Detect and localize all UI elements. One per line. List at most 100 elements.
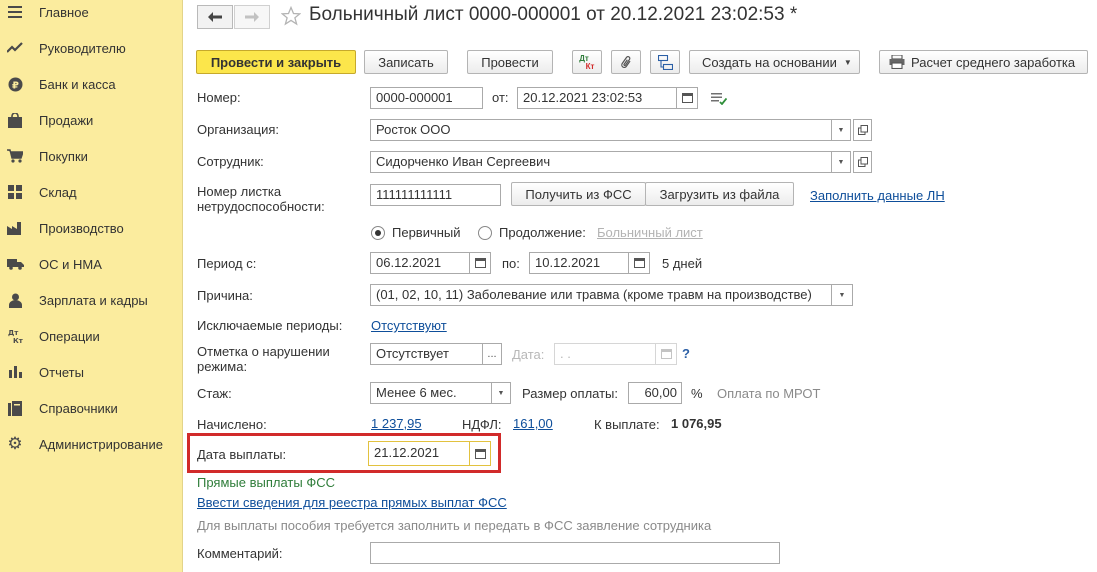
star-icon[interactable] [281,6,301,26]
reason-label: Причина: [197,288,253,303]
dt-kt-icon: Дт Кт [6,327,24,345]
reason-dropdown-button[interactable]: ▼ [831,284,853,306]
mrot-note: Оплата по МРОТ [717,386,821,401]
pay-date-calendar-button[interactable] [469,441,491,466]
period-to-label: по: [502,256,520,271]
sidebar-item-label: Зарплата и кадры [39,292,148,308]
sheet-number-field[interactable]: 111111111111 [370,184,501,206]
page-title: Больничный лист 0000-000001 от 20.12.202… [309,4,798,25]
organization-open-button[interactable] [853,119,872,141]
document-date-calendar-button[interactable] [676,87,698,109]
create-based-on-button[interactable]: Создать на основании ▼ [689,50,860,74]
employee-field[interactable]: Сидорченко Иван Сергеевич [370,151,832,173]
sidebar-item-production[interactable]: Производство [0,210,183,246]
employee-dropdown-button[interactable]: ▼ [831,151,851,173]
sidebar-item-label: Продажи [39,112,94,128]
calendar-icon [660,349,672,359]
excluded-periods-link[interactable]: Отсутствуют [371,318,447,333]
menu-icon [6,3,24,21]
post-button[interactable]: Провести [467,50,553,74]
organization-dropdown-button[interactable]: ▼ [831,119,851,141]
forward-button[interactable] [234,5,270,29]
sidebar-item-label: ОС и НМА [39,256,102,272]
ndfl-label: НДФЛ: [462,417,502,432]
number-field[interactable]: 0000-000001 [370,87,483,109]
chevron-down-icon: ▼ [843,57,852,67]
sidebar-item-label: Отчеты [39,364,84,380]
experience-dropdown-button[interactable]: ▼ [491,382,511,404]
experience-label: Стаж: [197,386,232,401]
period-to-field[interactable]: 10.12.2021 [529,252,629,274]
open-window-icon [857,125,868,135]
violation-date-field[interactable]: . . [554,343,657,365]
printer-icon [889,55,905,69]
back-button[interactable] [197,5,233,29]
sidebar-item-manager[interactable]: Руководителю [0,30,183,66]
primary-radio[interactable] [371,226,385,240]
sidebar-item-operations[interactable]: Дт Кт Операции [0,318,183,354]
sidebar-item-sales[interactable]: Продажи [0,102,183,138]
date-from-label: от: [492,90,509,105]
fill-ln-data-link[interactable]: Заполнить данные ЛН [810,188,945,203]
factory-icon [6,219,24,237]
payment-size-field[interactable]: 60,00 [628,382,682,404]
sidebar-item-purchases[interactable]: Покупки [0,138,183,174]
dt-kt-button[interactable]: Дт Кт [572,50,602,74]
violation-date-calendar-button[interactable] [655,343,677,365]
period-from-field[interactable]: 06.12.2021 [370,252,470,274]
get-from-fss-button[interactable]: Получить из ФСС [511,182,646,206]
arrow-left-icon [208,12,222,22]
sidebar-item-warehouse[interactable]: Склад [0,174,183,210]
sidebar-item-bank[interactable]: ₽ Банк и касса [0,66,183,102]
sick-list-link[interactable]: Больничный лист [597,225,703,240]
continuation-label: Продолжение: [499,225,586,240]
enter-registry-link[interactable]: Ввести сведения для реестра прямых выпла… [197,495,507,510]
attach-button[interactable] [611,50,641,74]
period-to-calendar-button[interactable] [628,252,650,274]
experience-field[interactable]: Менее 6 мес. [370,382,492,404]
period-from-calendar-button[interactable] [469,252,491,274]
sidebar-item-label: Покупки [39,148,88,164]
payment-size-label: Размер оплаты: [522,386,619,401]
sidebar-item-label: Руководителю [39,40,126,56]
reason-field[interactable]: (01, 02, 10, 11) Заболевание или травма … [370,284,832,306]
organization-field[interactable]: Росток ООО [370,119,832,141]
continuation-radio[interactable] [478,226,492,240]
post-and-close-button[interactable]: Провести и закрыть [196,50,356,74]
structure-button[interactable] [650,50,680,74]
employee-open-button[interactable] [853,151,872,173]
sheet-number-label-line2: нетрудоспособности: [197,199,325,214]
primary-label: Первичный [392,225,461,240]
sidebar-item-fixed-assets[interactable]: ОС и НМА [0,246,183,282]
edit-number-icon[interactable] [711,92,727,105]
pay-date-field[interactable]: 21.12.2021 [368,441,470,466]
chevron-down-icon: ▼ [837,158,845,166]
load-from-file-button[interactable]: Загрузить из файла [645,182,794,206]
svg-text:Кт: Кт [13,337,23,344]
to-pay-label: К выплате: [594,417,660,432]
sidebar-item-administration[interactable]: ⚙ Администрирование [0,426,183,462]
violation-date-label: Дата: [512,347,545,362]
sidebar-item-references[interactable]: Справочники [0,390,183,426]
document-date-field[interactable]: 20.12.2021 23:02:53 [517,87,677,109]
average-earnings-button[interactable]: Расчет среднего заработка [879,50,1088,74]
calendar-icon [681,93,693,103]
sidebar-item-reports[interactable]: Отчеты [0,354,183,390]
accrued-label: Начислено: [197,417,267,432]
svg-text:Дт: Дт [8,329,19,337]
sidebar-item-salary-hr[interactable]: Зарплата и кадры [0,282,183,318]
violation-field[interactable]: Отсутствует [370,343,483,365]
sidebar: Главное Руководителю ₽ Банк и касса Прод… [0,0,183,572]
help-icon[interactable]: ? [682,346,690,361]
sidebar-item-label: Операции [39,328,100,344]
sidebar-item-main[interactable]: Главное [0,0,183,30]
trend-chart-icon [6,39,24,57]
percent-label: % [691,386,703,401]
days-count: 5 дней [662,256,703,271]
violation-select-button[interactable]: ... [482,343,502,365]
accrued-value-link[interactable]: 1 237,95 [371,416,422,431]
save-button[interactable]: Записать [364,50,448,74]
sheet-number-label-line1: Номер листка [197,184,282,199]
comment-field[interactable] [370,542,780,564]
ndfl-value-link[interactable]: 161,00 [513,416,553,431]
